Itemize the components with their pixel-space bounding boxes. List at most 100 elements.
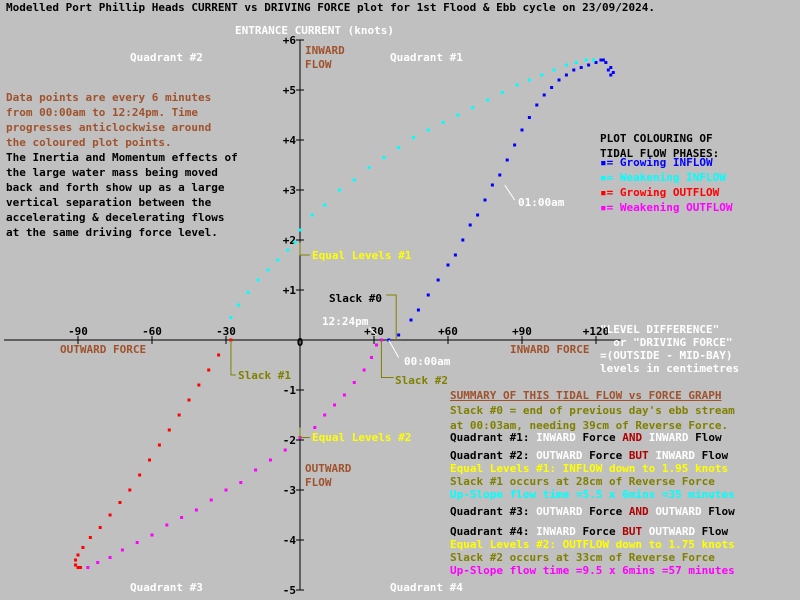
legend-label: Growing INFLOW [619,156,713,169]
data-point [471,106,475,109]
y-axis-title: ENTRANCE CURRENT (knots) [235,24,394,37]
data-point [352,381,356,384]
time-0000-leader [388,339,400,358]
quadrant-1-label: Quadrant #1 [390,51,463,64]
data-point [229,316,233,319]
data-point [323,413,327,417]
data-point [587,63,591,67]
outward-flow-label: OUTWARD FLOW [305,462,352,489]
y-tick-label: -1 [283,384,297,397]
data-point [515,83,519,87]
data-point [579,66,583,69]
data-point [520,128,524,132]
summary-quadrant-1: Quadrant #1: INWARD Force AND INWARD Flo… [450,431,722,444]
data-point [527,116,531,119]
data-point [397,333,401,337]
data-point [446,263,450,267]
data-point [135,541,139,544]
data-point [150,533,154,537]
data-point [609,66,613,69]
data-point [148,458,152,462]
summary-quadrant-3: Quadrant #3: OUTWARD Force AND OUTWARD F… [450,505,735,518]
data-point [337,188,341,192]
data-point [187,398,191,402]
x-tick-label: +60 [438,325,458,338]
inertia-text: The Inertia and Momentum effects of the … [6,151,238,239]
x-tick-label: -90 [68,325,88,338]
y-tick-label: -4 [283,534,297,547]
data-point [177,413,181,417]
annotation-slack0: Slack #0 [329,292,382,305]
data-point [397,146,401,149]
data-point [298,228,302,232]
data-point [197,383,201,387]
annotation-1224: 12:24pm [322,315,369,328]
chart-title: Modelled Port Phillip Heads CURRENT vs D… [6,1,656,14]
inward-flow-label: INWARD FLOW [305,44,345,71]
time-0100-leader [504,184,516,201]
data-point [342,393,346,397]
x-tick-label: +90 [512,325,532,338]
summary-upslope-2: Up-Slope flow time =9.5 x 6mins =57 minu… [450,564,735,577]
data-point [505,158,509,162]
data-point [352,178,356,182]
data-point [323,203,327,207]
x-tick-label: -30 [216,325,236,338]
data-point [611,71,615,74]
data-point [108,513,112,517]
data-point [557,78,561,82]
data-point [483,198,487,202]
data-point [550,86,554,89]
data-point [286,248,290,252]
quadrant-2-label: Quadrant #2 [130,51,203,64]
data-point [540,73,544,77]
data-point [138,473,142,477]
data-point [513,143,517,147]
data-point [485,98,489,102]
summary-heading: SUMMARY OF THIS TIDAL FLOW vs FORCE GRAP… [450,389,722,402]
data-point [268,458,272,462]
data-point [333,403,337,407]
data-point [180,516,184,519]
data-point [564,63,568,67]
data-point [217,353,221,357]
data-point [96,561,100,564]
data-point [207,368,211,372]
annotation-0000: 00:00am [404,355,451,368]
data-point [224,488,228,492]
data-point [246,291,250,294]
data-point [498,173,502,177]
data-point [490,183,494,187]
legend-item-weakening-inflow: ▪= Weakening INFLOW [600,171,726,184]
data-point [370,356,374,359]
data-point [411,136,415,139]
legend-item-weakening-outflow: ▪= Weakening OUTFLOW [600,201,733,214]
data-point [409,318,413,322]
data-point [313,426,317,429]
annotation-slack1: Slack #1 [238,369,291,382]
data-point [236,303,240,307]
data-point [157,443,161,447]
data-point [256,278,260,282]
data-point [209,498,213,502]
data-point [564,73,568,77]
data-point [310,213,314,217]
chart-window: -90 -60 -30 0 +30 +60 +90 +120 +6 +5 +4 +3 +2 +1 -1 -2-… [0,0,800,600]
data-point [78,566,82,569]
data-point [194,508,198,512]
data-point [599,58,603,62]
data-point [584,58,588,62]
data-point [416,308,420,312]
inward-force-label: INWARD FORCE [510,343,590,356]
data-point [283,448,287,452]
data-point [86,566,90,569]
y-tick-label: +3 [283,184,296,197]
data-point [76,553,80,557]
data-point [293,241,297,244]
data-point [165,523,169,527]
y-tick-label: +2 [283,234,296,247]
x-tick-label: -60 [142,325,162,338]
data-point [426,293,430,297]
y-tick-label: +1 [283,284,297,297]
data-point [81,546,85,549]
